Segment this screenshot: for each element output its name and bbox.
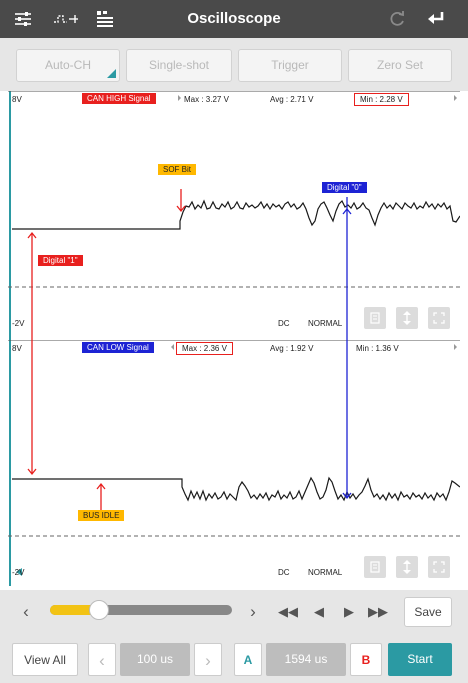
vertical-arrows-icon bbox=[403, 560, 411, 574]
sof-bit-annotation: SOF Bit bbox=[158, 164, 197, 175]
bottom-bar: View All ‹ 100 us › A 1594 us B Start bbox=[0, 636, 468, 683]
cursor-a-button[interactable]: A bbox=[234, 643, 262, 676]
playback-control-bar: ‹ › ◀◀ ◀ ▶ ▶▶ Save bbox=[0, 590, 468, 636]
ch2-signal-trace bbox=[12, 476, 460, 502]
digital-one-annotation: Digital "1" bbox=[38, 255, 83, 266]
timeline-slider[interactable] bbox=[50, 600, 232, 620]
ch2-vertical-scale-button[interactable] bbox=[396, 556, 418, 578]
ch2-signal-name: CAN LOW Signal bbox=[82, 342, 154, 353]
ch1-max-value: Max : 3.27 V bbox=[184, 95, 229, 104]
refresh-icon[interactable] bbox=[384, 6, 410, 32]
ch2-max-value: Max : 2.36 V bbox=[176, 342, 233, 355]
auto-ch-button[interactable]: Auto-CH bbox=[16, 49, 120, 82]
top-bar: Oscilloscope bbox=[0, 0, 468, 38]
notes-icon bbox=[370, 312, 380, 324]
ch1-bottom-voltage: -2V bbox=[12, 319, 25, 328]
channel-1-waveform-canvas bbox=[8, 91, 460, 340]
time-div-value: 100 us bbox=[120, 643, 190, 676]
channel-toolbar: Auto-CH Single-shot Trigger Zero Set bbox=[0, 38, 468, 91]
ch2-avg-value: Avg : 1.92 V bbox=[270, 344, 314, 353]
ch1-signal-name: CAN HIGH Signal bbox=[82, 93, 156, 104]
ch1-signal-trace bbox=[12, 199, 460, 230]
zero-set-button[interactable]: Zero Set bbox=[348, 49, 452, 82]
start-button[interactable]: Start bbox=[388, 643, 452, 676]
notes-icon bbox=[370, 561, 380, 573]
trigger-button[interactable]: Trigger bbox=[238, 49, 342, 82]
zero-set-label: Zero Set bbox=[376, 58, 424, 72]
digital-zero-annotation: Digital "0" bbox=[322, 182, 367, 193]
channel-1-waveform-panel[interactable]: 8V -2V CAN HIGH Signal Max : 3.27 V Avg … bbox=[8, 91, 460, 340]
trigger-label: Trigger bbox=[271, 58, 309, 72]
ch1-coupling: DC bbox=[278, 319, 290, 328]
fast-forward-icon[interactable]: ▶▶ bbox=[366, 600, 390, 624]
timeline-slider-knob[interactable] bbox=[89, 600, 110, 620]
ch1-vertical-scale-button[interactable] bbox=[396, 307, 418, 329]
save-button[interactable]: Save bbox=[404, 597, 452, 627]
view-all-button[interactable]: View All bbox=[12, 643, 78, 676]
cursor-delta-value: 1594 us bbox=[266, 643, 346, 676]
step-forward-icon[interactable]: ▶ bbox=[338, 600, 360, 624]
channel-2-waveform-panel[interactable]: 8V -2V CAN LOW Signal Max : 2.36 V Avg :… bbox=[8, 340, 460, 586]
ch2-coupling: DC bbox=[278, 568, 290, 577]
chevron-right-icon[interactable]: › bbox=[242, 600, 264, 624]
expand-icon bbox=[433, 561, 445, 573]
ch2-notes-button[interactable] bbox=[364, 556, 386, 578]
ch1-avg-value: Avg : 2.71 V bbox=[270, 95, 314, 104]
ch2-top-voltage: 8V bbox=[12, 344, 22, 353]
fast-rewind-icon[interactable]: ◀◀ bbox=[276, 600, 300, 624]
vertical-arrows-icon bbox=[403, 311, 411, 325]
step-back-icon[interactable]: ◀ bbox=[308, 600, 330, 624]
channel-2-waveform-canvas bbox=[8, 340, 460, 586]
cursor-b-button[interactable]: B bbox=[350, 643, 382, 676]
chevron-left-icon[interactable]: ‹ bbox=[14, 600, 38, 624]
ch1-top-voltage: 8V bbox=[12, 95, 22, 104]
ch1-fullscreen-button[interactable] bbox=[428, 307, 450, 329]
time-div-decrease-button[interactable]: ‹ bbox=[88, 643, 116, 676]
single-shot-label: Single-shot bbox=[148, 58, 210, 72]
single-shot-button[interactable]: Single-shot bbox=[126, 49, 232, 82]
ch2-bottom-voltage: -2V bbox=[12, 568, 25, 577]
ch1-notes-button[interactable] bbox=[364, 307, 386, 329]
auto-ch-label: Auto-CH bbox=[44, 58, 91, 72]
ch2-trigger-mode: NORMAL bbox=[308, 568, 343, 577]
ch2-min-value: Min : 1.36 V bbox=[356, 344, 399, 353]
back-arrow-icon[interactable] bbox=[424, 6, 450, 32]
ch2-fullscreen-button[interactable] bbox=[428, 556, 450, 578]
bus-idle-annotation: BUS IDLE bbox=[78, 510, 125, 521]
time-div-increase-button[interactable]: › bbox=[194, 643, 222, 676]
ch1-trigger-mode: NORMAL bbox=[308, 319, 343, 328]
dropdown-corner-icon bbox=[107, 69, 116, 78]
ch1-min-value: Min : 2.28 V bbox=[354, 93, 409, 106]
expand-icon bbox=[433, 312, 445, 324]
